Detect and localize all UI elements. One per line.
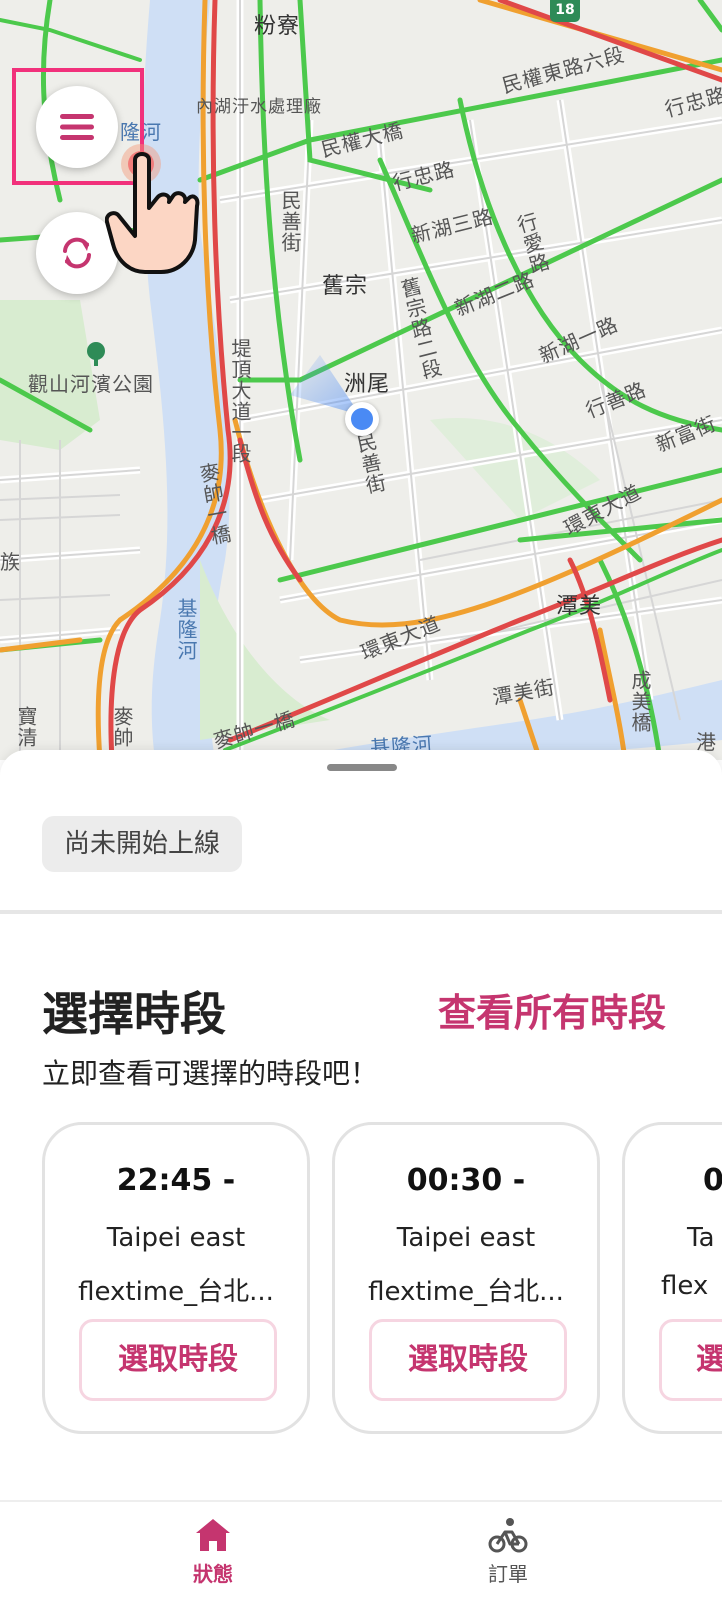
section-divider xyxy=(0,910,722,914)
map-label-diding: 堤頂大道一段 xyxy=(228,338,252,464)
slot-area: Taipei east xyxy=(106,1223,246,1253)
home-icon xyxy=(196,1519,230,1551)
slot-time: 00:30 - xyxy=(406,1163,526,1198)
nav-tab-orders-label: 訂單 xyxy=(488,1562,528,1586)
heading-cone-icon xyxy=(290,355,360,415)
slot-time: 22:45 - xyxy=(116,1163,236,1198)
slot-area: Taipei east xyxy=(396,1223,536,1253)
map-label-jiuzong: 舊宗 xyxy=(322,274,369,299)
park-tree-icon xyxy=(87,342,105,366)
map-label-tanmei: 潭美 xyxy=(556,594,603,619)
bicycle-courier-icon xyxy=(488,1518,528,1553)
slot-card[interactable]: 0 Ta flex 選 xyxy=(622,1122,722,1434)
select-slot-button[interactable]: 選取時段 xyxy=(369,1319,567,1401)
slot-zone: flextime_台北... xyxy=(368,1277,564,1307)
select-slot-button[interactable]: 選取時段 xyxy=(79,1319,277,1401)
slot-card-carousel[interactable]: 22:45 - Taipei east flextime_台北... 選取時段 … xyxy=(42,1122,722,1442)
see-all-slots-link[interactable]: 查看所有時段 xyxy=(438,982,666,1037)
map-label-guanshan-park: 觀山河濱公園 xyxy=(28,372,154,396)
map-label-zu: 族 xyxy=(0,550,21,574)
map-label-chengmei: 成美橋 xyxy=(628,670,652,733)
map-label-baoqing: 寶清 xyxy=(14,706,38,748)
status-chip: 尚未開始上線 xyxy=(42,816,243,872)
tap-hand-icon xyxy=(105,144,200,274)
slot-zone: flex xyxy=(661,1271,709,1301)
slot-card[interactable]: 22:45 - Taipei east flextime_台北... 選取時段 xyxy=(42,1122,310,1434)
bottom-sheet[interactable]: 尚未開始上線 選擇時段 查看所有時段 立即查看可選擇的時段吧！ 22:45 - … xyxy=(0,750,722,1500)
sheet-drag-handle[interactable] xyxy=(327,764,397,771)
nav-tab-status[interactable]: 狀態 xyxy=(143,1516,283,1587)
map-label-neihu-water: 內湖汙水處理廠 xyxy=(196,97,322,117)
current-location-icon xyxy=(345,402,379,436)
map-label-minshan-1: 民善街 xyxy=(278,190,302,253)
slot-area: Ta xyxy=(687,1223,715,1253)
slot-time: 0 xyxy=(703,1163,722,1198)
section-subtitle: 立即查看可選擇的時段吧！ xyxy=(42,1057,379,1090)
map-label-fenliao: 粉寮 xyxy=(254,14,301,39)
refresh-icon xyxy=(63,237,91,269)
slot-zone: flextime_台北... xyxy=(78,1277,274,1307)
bottom-navigation: 狀態 訂單 xyxy=(0,1500,722,1600)
map-view[interactable]: 18 粉寮 內湖汙水處理廠 隆河 民權大橋 民權東路六段 行忠路 行忠路 新湖三… xyxy=(0,0,722,760)
map-label-keelung-river: 基隆河 xyxy=(174,598,198,661)
slot-card[interactable]: 00:30 - Taipei east flextime_台北... 選取時段 xyxy=(332,1122,600,1434)
nav-tab-orders[interactable]: 訂單 xyxy=(438,1516,578,1587)
route-18-shield: 18 xyxy=(550,0,580,22)
map-label-maishi-v: 麥帥 xyxy=(110,706,134,748)
nav-tab-status-label: 狀態 xyxy=(193,1562,233,1586)
select-slot-button[interactable]: 選 xyxy=(659,1319,722,1401)
section-title: 選擇時段 xyxy=(42,987,226,1041)
